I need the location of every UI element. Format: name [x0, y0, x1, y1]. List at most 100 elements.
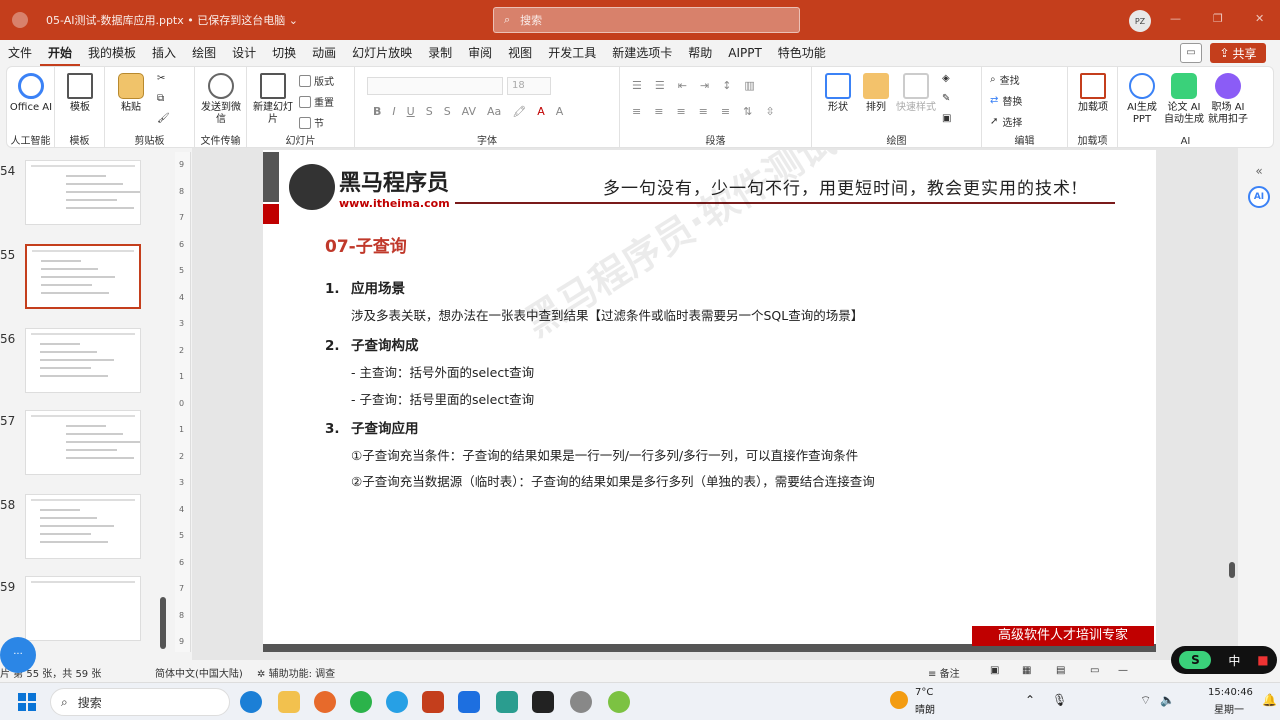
align-center-icon[interactable]: ≡ — [654, 105, 663, 118]
distribute-icon[interactable]: ≡ — [721, 105, 730, 118]
edge-icon[interactable] — [240, 691, 262, 713]
microphone-icon[interactable]: 🎙 — [1052, 693, 1067, 707]
menu-item[interactable]: 动画 — [304, 40, 344, 66]
align-right-icon[interactable]: ≡ — [676, 105, 685, 118]
slide-canvas[interactable]: 黑马程序员 www.itheima.com 多一句没有，少一句不行，用更短时间，… — [263, 150, 1156, 652]
bold-icon[interactable]: B — [373, 105, 381, 118]
bullets-icon[interactable]: ☰ — [632, 79, 642, 92]
ime-language[interactable]: 中 — [1228, 652, 1240, 669]
menu-item[interactable]: AIPPT — [720, 40, 770, 66]
language-status[interactable]: 简体中文(中国大陆) — [155, 665, 243, 680]
chat-app-icon[interactable] — [458, 691, 480, 713]
spacing-icon[interactable]: AV — [462, 105, 476, 118]
menu-item[interactable]: 新建选项卡 — [604, 40, 680, 66]
menu-item[interactable]: 特色功能 — [770, 40, 834, 66]
network-icon[interactable]: ⌔ — [1140, 693, 1151, 708]
windows-start-icon[interactable] — [18, 693, 36, 711]
chrome-icon[interactable] — [350, 691, 372, 713]
slide-thumbnail[interactable] — [25, 244, 141, 309]
justify-icon[interactable]: ≡ — [699, 105, 708, 118]
slide-thumbnail[interactable] — [25, 410, 141, 475]
reading-view-icon[interactable]: ▤ — [1056, 665, 1065, 676]
menu-item[interactable]: 开始 — [40, 40, 81, 66]
volume-icon[interactable]: 🔈 — [1160, 693, 1175, 707]
share-button[interactable]: ⇪ 共享 — [1210, 43, 1266, 63]
clear-format-icon[interactable]: A — [556, 105, 564, 118]
notification-icon[interactable]: 🔔 — [1262, 693, 1277, 707]
decrease-indent-icon[interactable]: ⇤ — [678, 79, 687, 92]
office-ai-button[interactable]: Office AI — [9, 73, 53, 114]
slide-thumbnail[interactable] — [25, 494, 141, 559]
file-explorer-icon[interactable] — [278, 691, 300, 713]
slide-sorter-icon[interactable]: ▦ — [1022, 665, 1031, 676]
clock-app-icon[interactable] — [570, 691, 592, 713]
datagrip-icon[interactable] — [532, 691, 554, 713]
format-painter-icon[interactable]: 🖌 — [157, 113, 170, 124]
slideshow-icon[interactable]: ▭ — [1090, 665, 1099, 676]
template-button[interactable]: 模板 — [58, 73, 102, 114]
columns-icon[interactable]: ▥ — [744, 79, 754, 92]
case-icon[interactable]: Aa — [487, 105, 501, 118]
font-name-combo[interactable] — [367, 77, 503, 95]
input-method-bar[interactable]: S 中 ■ — [1171, 646, 1277, 674]
shape-effects-icon[interactable]: ▣ — [942, 113, 951, 124]
menu-item[interactable]: 帮助 — [680, 40, 720, 66]
arrange-button[interactable]: 排列 — [854, 73, 898, 114]
section-button[interactable]: 节 — [299, 115, 324, 130]
menu-item[interactable]: 审阅 — [460, 40, 500, 66]
menu-item[interactable]: 视图 — [500, 40, 540, 66]
maximize-icon[interactable]: ❐ — [1213, 12, 1223, 25]
text-direction-icon[interactable]: ⇅ — [743, 105, 752, 118]
slide-thumbnail[interactable] — [25, 160, 141, 225]
app-icon[interactable] — [496, 691, 518, 713]
select-button[interactable]: ➚ 选择 — [990, 114, 1022, 129]
file-title[interactable]: 05-AI测试-数据库应用.pptx • 已保存到这台电脑 ⌄ — [46, 12, 298, 28]
show-hidden-icons[interactable]: ⌃ — [1025, 693, 1035, 707]
menu-item[interactable]: 绘图 — [184, 40, 224, 66]
menu-item[interactable]: 切换 — [264, 40, 304, 66]
job-ai-button[interactable]: 职场 AI 就用扣子 — [1206, 73, 1250, 126]
browser-icon[interactable] — [386, 691, 408, 713]
slide-thumbnail[interactable] — [25, 328, 141, 393]
minimize-icon[interactable]: — — [1170, 12, 1181, 25]
menu-item[interactable]: 录制 — [420, 40, 460, 66]
ime-settings-icon[interactable]: ■ — [1257, 653, 1268, 667]
paper-ai-button[interactable]: 论文 AI 自动生成 — [1162, 73, 1206, 126]
accessibility-status[interactable]: ✲ 辅助功能: 调查 — [257, 665, 335, 680]
green-app-icon[interactable] — [608, 691, 630, 713]
menu-item[interactable]: 插入 — [144, 40, 184, 66]
thumbnails-scrollbar[interactable] — [160, 597, 166, 649]
send-wechat-button[interactable]: 发送到微信 — [199, 73, 243, 126]
reset-button[interactable]: 重置 — [299, 94, 334, 109]
avatar[interactable]: PZ — [1129, 10, 1151, 32]
copy-icon[interactable]: ⧉ — [157, 93, 164, 104]
zoom-out-icon[interactable]: — — [1118, 665, 1128, 676]
replace-button[interactable]: ⇄ 替换 — [990, 93, 1022, 108]
shadow-icon[interactable]: S — [444, 105, 451, 118]
strike-icon[interactable]: S — [426, 105, 433, 118]
underline-icon[interactable]: U — [407, 105, 415, 118]
firefox-icon[interactable] — [314, 691, 336, 713]
line-spacing-icon[interactable]: ↕ — [722, 79, 731, 92]
quick-style-button[interactable]: 快速样式 — [894, 73, 938, 114]
search-box[interactable]: ⌕ 搜索 — [493, 7, 800, 33]
menu-item[interactable]: 幻灯片放映 — [344, 40, 420, 66]
powerpoint-app-icon[interactable] — [422, 691, 444, 713]
menu-item[interactable]: 设计 — [224, 40, 264, 66]
font-size-combo[interactable]: 18 — [507, 77, 551, 95]
highlight-icon[interactable]: 🖍 — [512, 105, 526, 118]
slide-scrollbar[interactable] — [1229, 562, 1235, 578]
clock-time[interactable]: 15:40:46 — [1208, 687, 1253, 698]
font-color-icon[interactable]: A — [537, 105, 545, 118]
taskbar-search[interactable]: ⌕ 搜索 — [50, 688, 230, 716]
numbering-icon[interactable]: ☰ — [655, 79, 665, 92]
find-button[interactable]: ⌕ 查找 — [990, 72, 1020, 87]
weather-temp[interactable]: 7°C — [915, 687, 933, 698]
ai-assistant-icon[interactable]: AI — [1248, 186, 1270, 208]
addin-button[interactable]: 加载项 — [1071, 73, 1115, 114]
menu-item[interactable]: 我的模板 — [80, 40, 144, 66]
menu-item[interactable]: 开发工具 — [540, 40, 604, 66]
cut-icon[interactable]: ✂ — [157, 73, 165, 84]
italic-icon[interactable]: I — [392, 105, 395, 118]
layout-button[interactable]: 版式 — [299, 73, 334, 88]
